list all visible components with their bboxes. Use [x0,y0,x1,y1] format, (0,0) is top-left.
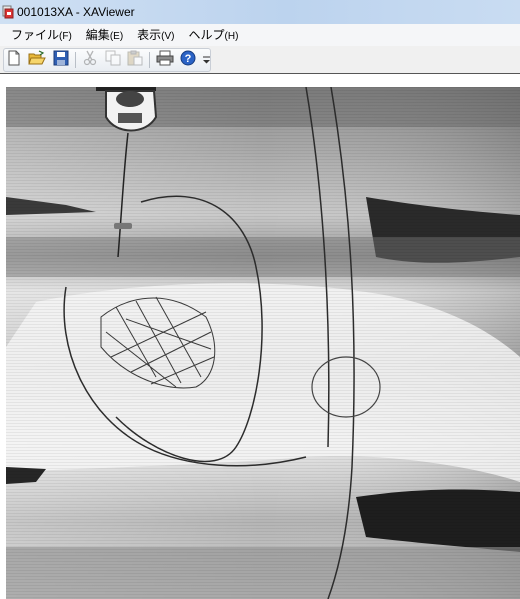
menu-edit-label: 編集 [85,28,110,42]
standard-toolbar: ? [3,48,211,72]
svg-text:?: ? [185,53,192,65]
menu-help-accel: (H) [224,31,239,42]
app-window: 001013XA - XAViewer ファイル(F) 編集(E) 表示(V) … [0,0,520,599]
copy-icon [105,50,121,71]
open-folder-icon [28,49,47,71]
toolbar-separator [74,52,76,68]
save-icon [53,50,69,71]
paste-button[interactable] [127,50,143,71]
menu-edit[interactable]: 編集(E) [81,25,128,45]
copy-button[interactable] [104,50,121,71]
new-document-button[interactable] [6,50,22,71]
app-icon [2,5,14,19]
title-bar[interactable]: 001013XA - XAViewer [0,0,520,24]
print-icon [156,50,174,71]
print-button[interactable] [156,50,174,71]
menu-file-accel: (F) [59,31,72,42]
menu-view[interactable]: 表示(V) [132,25,179,45]
open-button[interactable] [28,49,47,71]
cut-button[interactable] [82,50,98,71]
menu-edit-accel: (E) [109,31,124,42]
chevron-down-icon [202,51,210,69]
window-title: 001013XA - XAViewer [17,5,135,19]
toolbar-overflow-button[interactable] [202,51,210,69]
xray-image [6,87,520,599]
menu-file[interactable]: ファイル(F) [6,25,77,45]
new-document-icon [7,50,21,71]
image-view[interactable] [0,74,520,599]
help-icon: ? [180,50,196,71]
toolbar-row: ? [0,46,520,74]
save-button[interactable] [52,50,69,71]
toolbar-separator [149,52,151,68]
menu-view-label: 表示 [137,28,162,42]
menu-view-accel: (V) [161,31,175,42]
menu-help[interactable]: ヘルプ(H) [184,25,244,45]
xray-graphic [6,87,520,599]
paste-icon [127,50,143,71]
menu-help-label: ヘルプ [188,28,225,42]
help-button[interactable]: ? [180,50,196,71]
menu-file-label: ファイル [11,28,60,42]
cut-icon [83,50,97,71]
menu-bar: ファイル(F) 編集(E) 表示(V) ヘルプ(H) [0,24,520,46]
